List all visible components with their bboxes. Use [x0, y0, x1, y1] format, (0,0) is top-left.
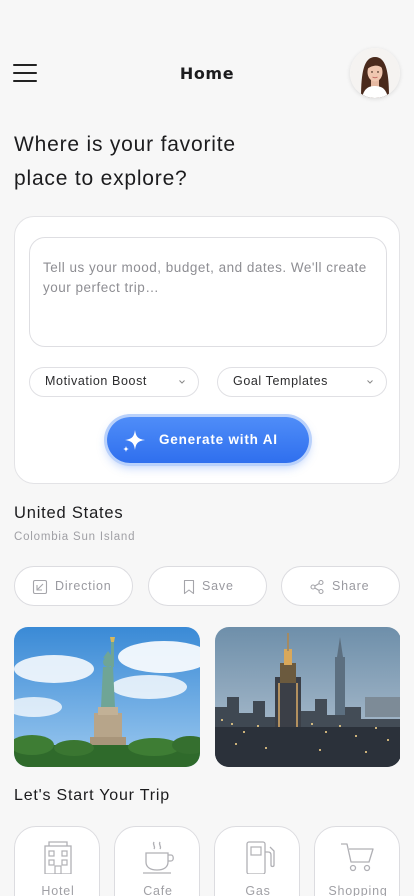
category-gas[interactable]: Gas — [214, 826, 300, 896]
direction-icon — [32, 579, 48, 595]
share-icon — [310, 579, 324, 595]
generate-label: Generate with AI — [159, 432, 278, 447]
share-button[interactable]: Share — [281, 566, 400, 606]
statue-of-liberty-photo[interactable] — [14, 627, 200, 767]
category-label: Hotel — [41, 884, 75, 896]
shopping-cart-icon — [341, 843, 374, 872]
headline: Where is your favorite place to explore? — [14, 128, 394, 196]
save-button[interactable]: Save — [148, 566, 267, 606]
motivation-boost-label: Motivation Boost — [45, 374, 148, 388]
location-subtitle: Colombia Sun Island — [14, 531, 136, 543]
headline-line-2: place to explore? — [14, 167, 188, 190]
sparkle-icon — [123, 430, 145, 452]
trip-prompt-input[interactable]: Tell us your mood, budget, and dates. We… — [29, 237, 387, 347]
avatar[interactable] — [350, 48, 400, 98]
motivation-boost-select[interactable]: Motivation Boost — [29, 367, 199, 397]
category-hotel[interactable]: Hotel — [14, 826, 100, 896]
chevron-down-icon — [179, 380, 185, 384]
location-title: United States — [14, 504, 124, 522]
category-shopping[interactable]: Shopping — [314, 826, 400, 896]
goal-templates-select[interactable]: Goal Templates — [217, 367, 387, 397]
category-label: Cafe — [143, 884, 173, 896]
direction-button[interactable]: Direction — [14, 566, 133, 606]
generate-with-ai-button[interactable]: Generate with AI — [107, 417, 309, 463]
share-label: Share — [332, 579, 370, 593]
direction-label: Direction — [55, 579, 112, 593]
trip-section-title: Let's Start Your Trip — [14, 787, 170, 804]
coffee-cup-icon — [143, 841, 174, 874]
prompt-placeholder: Tell us your mood, budget, and dates. We… — [43, 260, 367, 295]
goal-templates-label: Goal Templates — [233, 374, 329, 388]
chevron-down-icon — [367, 380, 373, 384]
category-label: Gas — [245, 884, 271, 896]
category-label: Shopping — [328, 884, 388, 896]
top-bar: Home — [0, 44, 414, 102]
gas-pump-icon — [246, 841, 275, 874]
hotel-icon — [44, 841, 72, 874]
ai-trip-card: Tell us your mood, budget, and dates. We… — [14, 216, 400, 484]
save-label: Save — [202, 579, 234, 593]
new-york-skyline-photo[interactable] — [215, 627, 401, 767]
headline-line-1: Where is your favorite — [14, 133, 236, 156]
category-cafe[interactable]: Cafe — [114, 826, 200, 896]
bookmark-icon — [183, 579, 195, 595]
